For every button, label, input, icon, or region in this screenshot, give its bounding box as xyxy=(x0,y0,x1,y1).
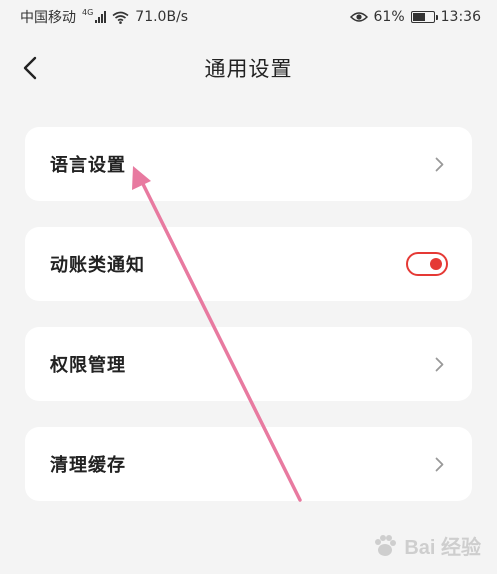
eye-icon xyxy=(349,12,368,22)
battery-icon xyxy=(410,11,438,23)
toggle-knob xyxy=(430,258,442,270)
battery-percent: 61% xyxy=(373,9,405,25)
chevron-right-icon xyxy=(435,357,444,372)
status-right: 61% 13:36 xyxy=(349,9,481,25)
chevron-right-icon xyxy=(435,457,444,472)
battery-fill xyxy=(412,13,425,21)
network-speed: 71.0B/s xyxy=(135,9,189,25)
settings-item-label: 权限管理 xyxy=(50,355,126,376)
header: 通用设置 xyxy=(0,40,497,96)
chevron-left-icon xyxy=(23,56,37,80)
carrier-name: 中国移动 xyxy=(20,10,76,26)
network-type: 4G xyxy=(82,7,94,17)
chevron-right-icon xyxy=(435,157,444,172)
clock: 13:36 xyxy=(440,9,481,25)
status-left: 中国移动 4G 71.0B/s xyxy=(20,7,188,27)
status-bar: 中国移动 4G 71.0B/s 61% 13:36 xyxy=(0,0,497,34)
wifi-icon xyxy=(112,11,129,24)
baidu-paw-icon xyxy=(375,534,397,556)
signal-icon xyxy=(95,11,107,23)
notification-toggle[interactable] xyxy=(406,252,448,276)
back-button[interactable] xyxy=(10,48,50,88)
settings-item-label: 语言设置 xyxy=(50,155,126,176)
settings-item-label: 清理缓存 xyxy=(50,455,126,476)
watermark-text: Bai 经验 xyxy=(404,537,481,559)
settings-item-language[interactable]: 语言设置 xyxy=(25,127,472,201)
settings-item-account-notification: 动账类通知 xyxy=(25,227,472,301)
watermark: Bai 经验 xyxy=(372,531,481,560)
settings-item-clear-cache[interactable]: 清理缓存 xyxy=(25,427,472,501)
settings-item-label: 动账类通知 xyxy=(50,255,145,276)
settings-item-permissions[interactable]: 权限管理 xyxy=(25,327,472,401)
page-title: 通用设置 xyxy=(204,57,293,81)
